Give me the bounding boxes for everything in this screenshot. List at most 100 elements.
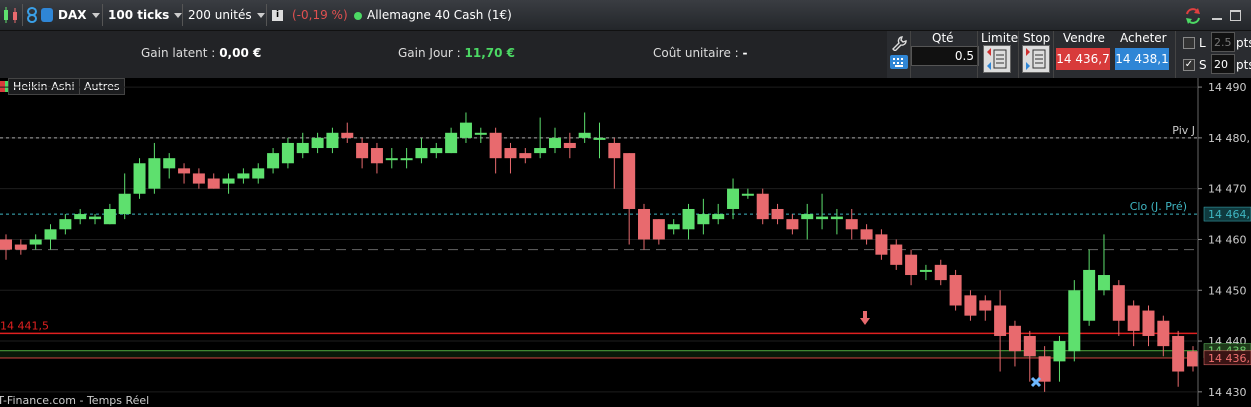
candle-body: [415, 148, 428, 159]
stop-order-button[interactable]: [1022, 45, 1050, 73]
candle-body: [712, 214, 725, 220]
candle-body: [74, 214, 87, 220]
keypad-icon[interactable]: [890, 55, 908, 69]
candle-body: [207, 178, 220, 189]
y-tick-label: 14 470: [1208, 183, 1247, 196]
symbol-dropdown[interactable]: DAX: [58, 5, 100, 25]
wrench-icon[interactable]: [891, 35, 907, 51]
candle-body: [548, 137, 561, 149]
candle-body: [1053, 341, 1066, 362]
candle-body: [741, 193, 754, 196]
candle-body: [311, 137, 324, 149]
stop-checkbox[interactable]: ✓: [1183, 59, 1195, 71]
candle-body: [1068, 290, 1081, 352]
candlestick-icon[interactable]: [2, 6, 20, 24]
limit-checkbox[interactable]: [1183, 37, 1195, 49]
candle-body: [178, 168, 191, 174]
gain-jour: Gain Jour : 11,70 €: [398, 46, 515, 60]
ticks-dropdown[interactable]: 100 ticks: [108, 5, 183, 25]
limit-order-button[interactable]: [983, 45, 1011, 73]
candle-body: [370, 148, 383, 164]
l-unit: pts: [1236, 36, 1251, 50]
candle-body: [623, 153, 636, 209]
candle-body: [474, 132, 487, 135]
y-tick-label: 14 480,: [1208, 132, 1250, 145]
top-toolbar: DAX 100 ticks 200 unités i (-0,19 %) All…: [0, 0, 1251, 31]
candle-body: [341, 132, 354, 138]
stop-level-label: 14 441,5: [0, 319, 49, 332]
candle-body: [222, 178, 235, 184]
candle-body: [192, 173, 205, 184]
refresh-icon[interactable]: [1184, 7, 1202, 25]
candle-body: [118, 193, 131, 215]
candle-body: [697, 214, 710, 225]
sell-button[interactable]: 14 436,7: [1056, 48, 1110, 70]
candle-body: [252, 168, 265, 179]
qty-label: Qté: [932, 31, 954, 45]
y-tick-label: 14 490: [1208, 81, 1247, 94]
spread-band: [0, 350, 1197, 358]
candle-body: [905, 254, 918, 276]
prev-close-label: Clo (J. Pré): [1130, 200, 1187, 213]
sell-signal-arrow: [860, 318, 870, 325]
units-dropdown[interactable]: 200 unités: [188, 5, 265, 25]
candle-body: [593, 137, 606, 140]
order-panel: Qté Limite Stop Vendre 14 436,7 Acheter …: [887, 31, 1251, 78]
candle-body: [14, 244, 27, 250]
candle-body: [563, 142, 576, 149]
contract-icon[interactable]: [40, 7, 54, 23]
candle-body: [667, 224, 680, 230]
y-tick-label: 14 460: [1208, 233, 1247, 246]
candle-body: [133, 163, 146, 194]
candle-body: [237, 173, 250, 179]
candle-body: [1023, 335, 1036, 357]
limit-order-icon: [987, 48, 1007, 70]
candle-body: [816, 216, 829, 220]
candle-body: [504, 148, 517, 159]
candle-body: [1127, 305, 1140, 331]
candlestick-chart: Piv J Clo (J. Pré) 14 441,5 14 490 14 480, 1…: [0, 78, 1251, 406]
stop-label: Stop: [1023, 31, 1051, 45]
candle-body: [756, 193, 769, 220]
candle-body: [1142, 310, 1155, 336]
price-chart[interactable]: Heikin-Ashi Autres Piv J Clo (J. Pré) 14 4…: [0, 78, 1251, 407]
market-status-dot: [354, 12, 362, 20]
candle-body: [459, 122, 472, 138]
candle-body: [29, 239, 42, 245]
quantity-input[interactable]: [911, 46, 979, 66]
buy-label: Acheter: [1120, 31, 1167, 45]
candle-body: [1112, 285, 1125, 321]
candle-body: [875, 234, 888, 255]
price-tag-label: 14 464,: [1208, 208, 1250, 221]
info-icon[interactable]: i: [272, 10, 283, 21]
candle-body: [1157, 320, 1170, 347]
data-source-footer: IT-Finance.com - Temps Réel: [0, 394, 150, 407]
pivot-label: Piv J: [1172, 124, 1195, 137]
limit-points-input[interactable]: [1211, 32, 1235, 52]
candle-body: [919, 269, 932, 272]
candle-body: [445, 132, 458, 154]
candle-body: [786, 219, 799, 230]
candle-body: [727, 188, 740, 209]
candle-body: [638, 208, 651, 240]
minimize-icon[interactable]: [1212, 18, 1222, 20]
close-position-icon: [1030, 376, 1042, 388]
gain-latent: Gain latent : 0,00 €: [141, 46, 262, 60]
candle-body: [103, 208, 116, 225]
link-icon[interactable]: [25, 7, 39, 23]
candle-body: [979, 300, 992, 311]
candle-body: [296, 142, 309, 154]
candle-body: [949, 275, 962, 306]
maximize-icon[interactable]: [1230, 10, 1241, 21]
candle-body: [326, 132, 339, 149]
candle-body: [489, 132, 502, 159]
candle-body: [163, 158, 176, 169]
candle-body: [148, 158, 161, 189]
buy-button[interactable]: 14 438,1: [1115, 48, 1169, 70]
stop-points-input[interactable]: [1211, 54, 1235, 74]
stop-order-icon: [1026, 48, 1046, 70]
candle-body: [1187, 351, 1199, 367]
change-percent: (-0,19 %): [292, 8, 348, 22]
candle-body: [682, 208, 695, 230]
s-unit: pts: [1236, 58, 1251, 72]
